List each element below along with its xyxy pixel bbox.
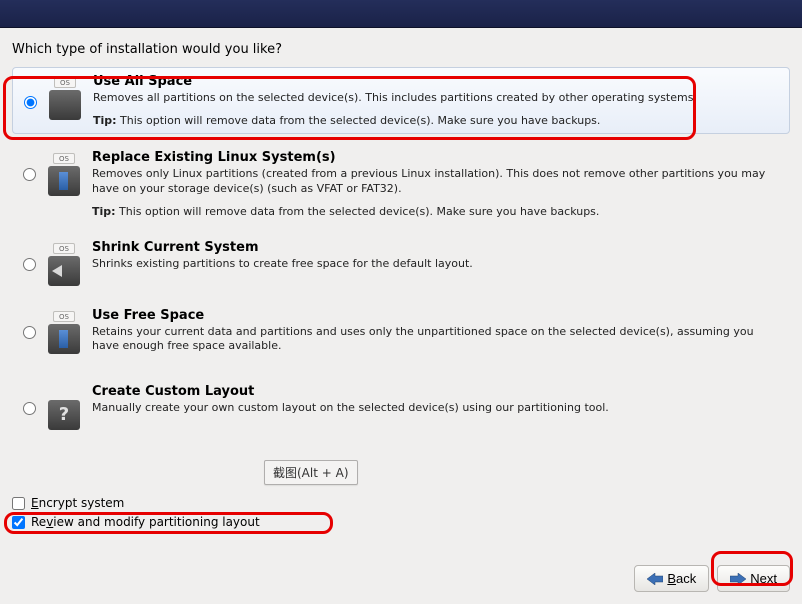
radio-col bbox=[18, 308, 40, 339]
radio-replace-linux[interactable] bbox=[23, 168, 36, 181]
radio-shrink[interactable] bbox=[23, 258, 36, 271]
arrow-left-icon bbox=[647, 573, 663, 585]
radio-col bbox=[18, 240, 40, 271]
icon-col: OS bbox=[40, 150, 88, 196]
radio-col bbox=[18, 150, 40, 181]
install-type-options: OS Use All Space Removes all partitions … bbox=[12, 67, 790, 436]
header-bar bbox=[0, 0, 802, 28]
option-tip: Tip: This option will remove data from t… bbox=[93, 114, 783, 127]
icon-col bbox=[40, 384, 88, 430]
disk-icon: OS bbox=[48, 324, 80, 354]
os-tab-icon: OS bbox=[53, 153, 75, 164]
os-tab-icon: OS bbox=[54, 77, 76, 88]
next-label: Next bbox=[750, 571, 777, 586]
option-use-all-space[interactable]: OS Use All Space Removes all partitions … bbox=[12, 67, 790, 134]
arrow-right-icon bbox=[730, 573, 746, 585]
radio-col bbox=[18, 384, 40, 415]
option-custom-layout[interactable]: Create Custom Layout Manually create you… bbox=[12, 378, 790, 436]
text-col: Replace Existing Linux System(s) Removes… bbox=[88, 150, 784, 218]
radio-use-all-space[interactable] bbox=[24, 96, 37, 109]
footer-buttons: Back Next bbox=[634, 565, 790, 592]
option-title: Create Custom Layout bbox=[92, 384, 784, 399]
option-replace-linux[interactable]: OS Replace Existing Linux System(s) Remo… bbox=[12, 144, 790, 224]
encrypt-system-label: Encrypt system bbox=[31, 496, 124, 510]
radio-free-space[interactable] bbox=[23, 326, 36, 339]
back-label: Back bbox=[667, 571, 696, 586]
option-title: Use Free Space bbox=[92, 308, 784, 323]
icon-col: OS bbox=[41, 74, 89, 120]
back-button[interactable]: Back bbox=[634, 565, 709, 592]
text-col: Create Custom Layout Manually create you… bbox=[88, 384, 784, 424]
option-desc: Manually create your own custom layout o… bbox=[92, 401, 784, 416]
review-partitioning-label: Review and modify partitioning layout bbox=[31, 515, 260, 529]
option-title: Replace Existing Linux System(s) bbox=[92, 150, 784, 165]
icon-col: OS bbox=[40, 240, 88, 286]
disk-shrink-icon: OS bbox=[48, 256, 80, 286]
text-col: Use All Space Removes all partitions on … bbox=[89, 74, 783, 127]
prompt-text: Which type of installation would you lik… bbox=[12, 42, 790, 57]
option-desc: Removes all partitions on the selected d… bbox=[93, 91, 783, 106]
review-partitioning-checkbox-row[interactable]: Review and modify partitioning layout bbox=[12, 515, 260, 529]
os-tab-icon: OS bbox=[53, 311, 75, 322]
disk-icon: OS bbox=[48, 166, 80, 196]
radio-custom-layout[interactable] bbox=[23, 402, 36, 415]
option-tip: Tip: This option will remove data from t… bbox=[92, 205, 784, 218]
icon-col: OS bbox=[40, 308, 88, 354]
encrypt-system-checkbox[interactable] bbox=[12, 497, 25, 510]
option-desc: Retains your current data and partitions… bbox=[92, 325, 784, 355]
radio-col bbox=[19, 74, 41, 109]
option-shrink[interactable]: OS Shrink Current System Shrinks existin… bbox=[12, 234, 790, 292]
option-desc: Shrinks existing partitions to create fr… bbox=[92, 257, 784, 272]
bottom-checkboxes: Encrypt system Review and modify partiti… bbox=[12, 496, 260, 534]
option-free-space[interactable]: OS Use Free Space Retains your current d… bbox=[12, 302, 790, 369]
option-title: Use All Space bbox=[93, 74, 783, 89]
text-col: Use Free Space Retains your current data… bbox=[88, 308, 784, 363]
disk-question-icon bbox=[48, 400, 80, 430]
review-partitioning-checkbox[interactable] bbox=[12, 516, 25, 529]
os-tab-icon: OS bbox=[53, 243, 75, 254]
option-desc: Removes only Linux partitions (created f… bbox=[92, 167, 784, 197]
screenshot-hint-badge: 截图(Alt + A) bbox=[264, 460, 358, 485]
disk-icon: OS bbox=[49, 90, 81, 120]
next-button[interactable]: Next bbox=[717, 565, 790, 592]
text-col: Shrink Current System Shrinks existing p… bbox=[88, 240, 784, 280]
content-area: Which type of installation would you lik… bbox=[0, 28, 802, 436]
option-title: Shrink Current System bbox=[92, 240, 784, 255]
encrypt-system-checkbox-row[interactable]: Encrypt system bbox=[12, 496, 260, 510]
